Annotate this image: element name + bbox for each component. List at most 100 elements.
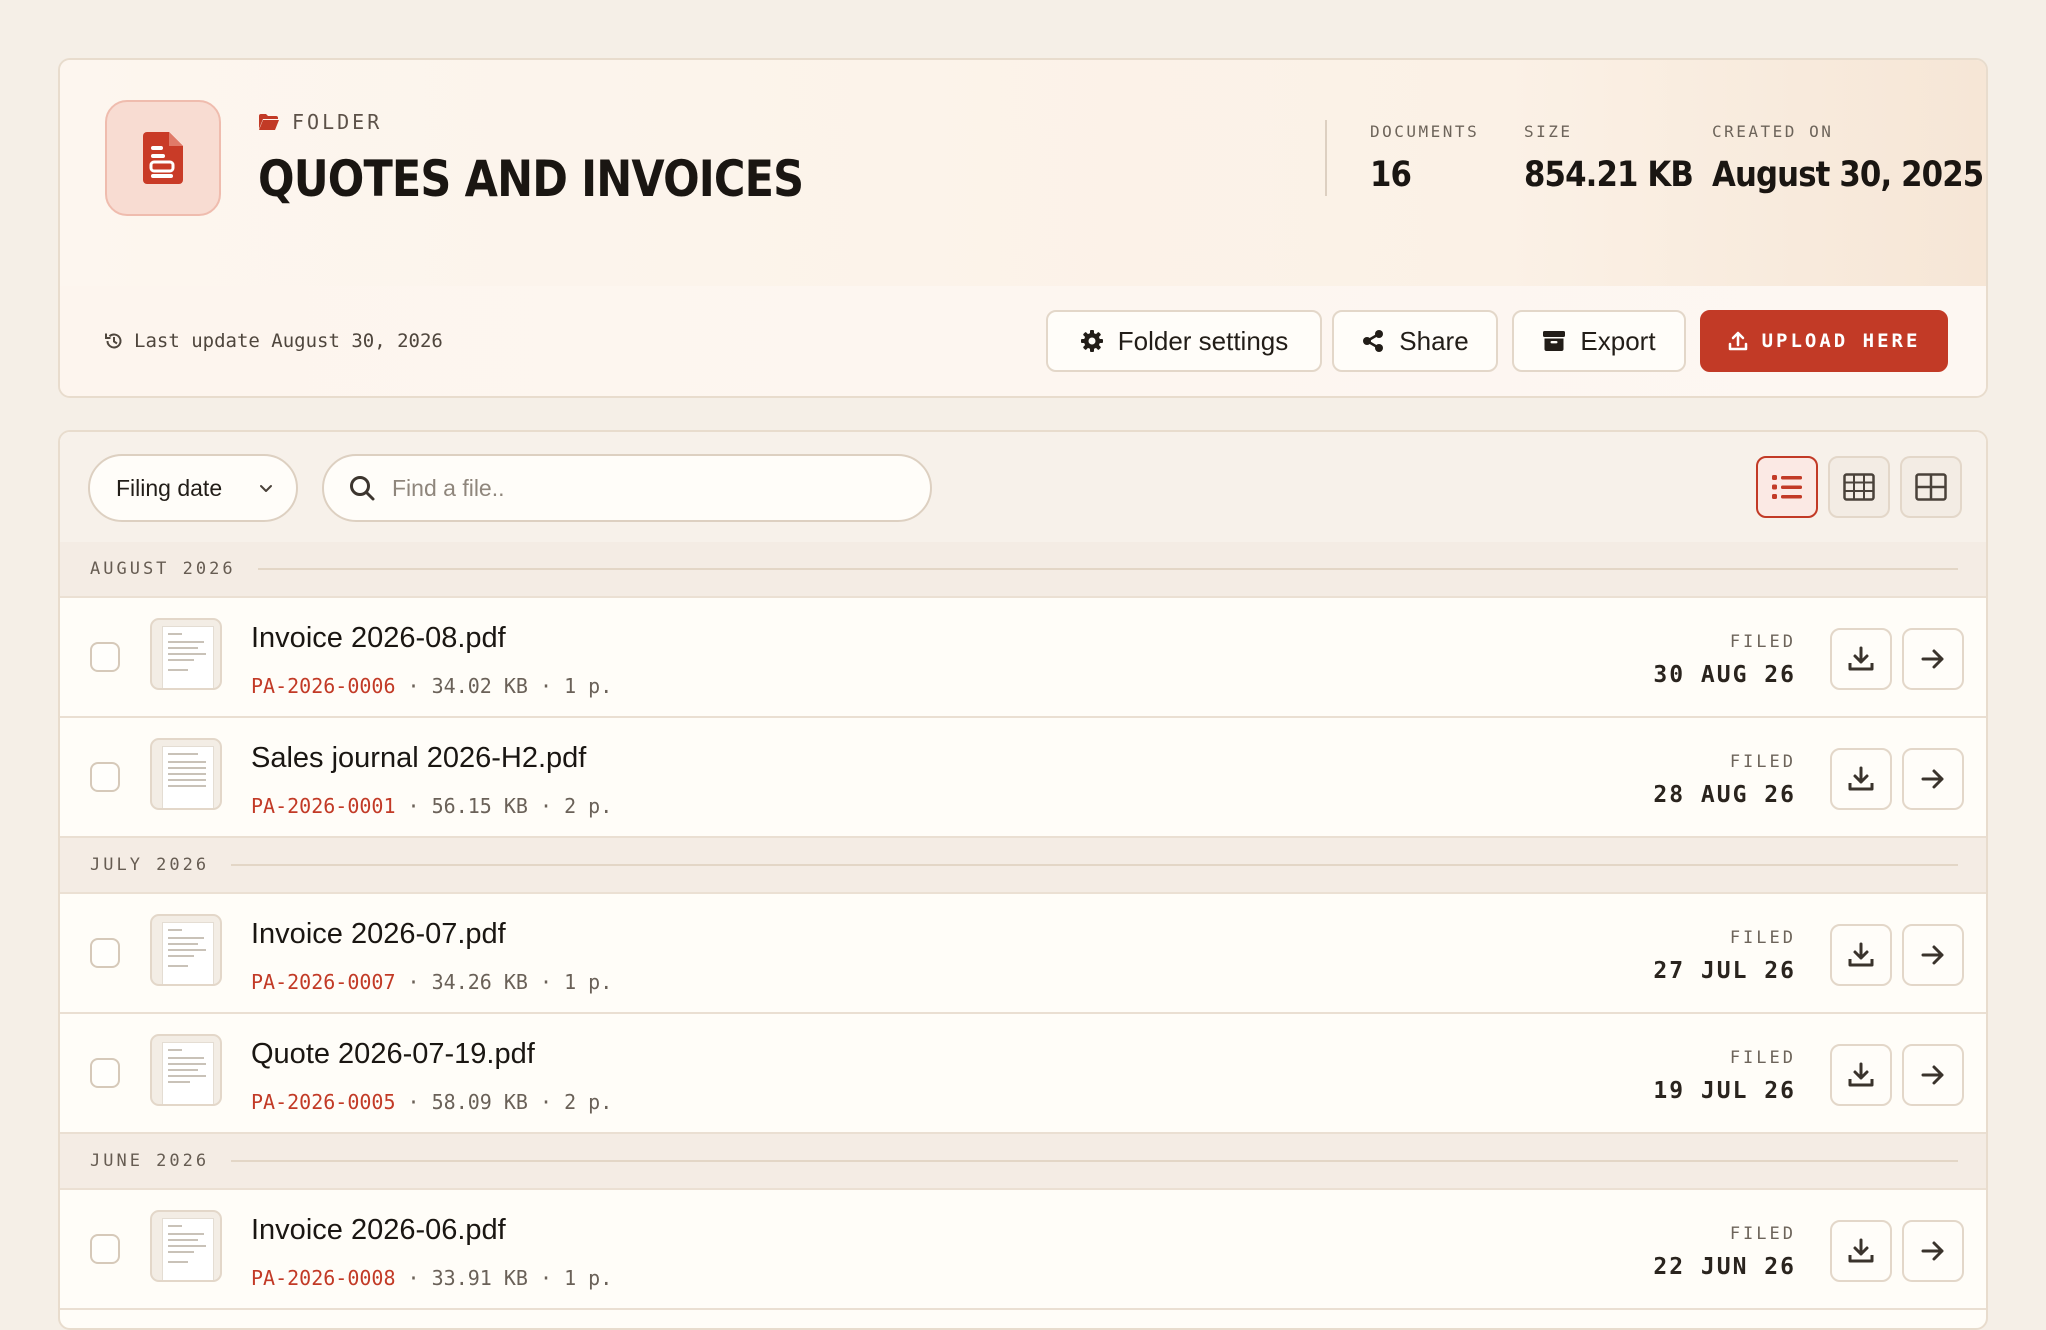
sort-select[interactable]: Filing date bbox=[88, 454, 298, 522]
arrow-right-icon bbox=[1921, 945, 1944, 965]
group-divider bbox=[231, 864, 1958, 866]
folder-open-icon bbox=[259, 114, 279, 130]
filed-label: FILED bbox=[1729, 632, 1796, 652]
group-label: JULY 2026 bbox=[90, 855, 210, 875]
table-view-button[interactable] bbox=[1828, 456, 1890, 518]
file-name[interactable]: Quote 2026-07-19.pdf bbox=[251, 1038, 535, 1071]
file-name[interactable]: Invoice 2026-07.pdf bbox=[251, 918, 506, 951]
list-view-button[interactable] bbox=[1756, 456, 1818, 518]
upload-here-button[interactable]: UPLOAD HERE bbox=[1700, 310, 1948, 372]
stat-label: DOCUMENTS bbox=[1370, 122, 1480, 141]
filed-date: 22 JUN 26 bbox=[1653, 1254, 1796, 1280]
file-row[interactable]: Invoice 2026-06.pdf PA-2026-0008 · 33.91… bbox=[60, 1190, 1986, 1310]
gear-icon bbox=[1080, 330, 1103, 352]
folder-summary: FOLDER QUOTES AND INVOICES DOCUMENTS 16 … bbox=[60, 60, 1986, 288]
filed-label: FILED bbox=[1729, 928, 1796, 948]
file-row[interactable]: Sales journal 2026-H2.pdf PA-2026-0001 ·… bbox=[60, 718, 1986, 838]
file-details: · 56.15 KB · 2 p. bbox=[395, 794, 613, 818]
file-meta: PA-2026-0008 · 33.91 KB · 1 p. bbox=[251, 1266, 612, 1290]
download-button[interactable] bbox=[1830, 924, 1892, 986]
stat-label: SIZE bbox=[1524, 122, 1573, 141]
row-checkbox[interactable] bbox=[90, 938, 120, 968]
share-label: Share bbox=[1399, 325, 1469, 356]
row-checkbox[interactable] bbox=[90, 762, 120, 792]
filed-date: 30 AUG 26 bbox=[1653, 662, 1796, 688]
search-icon bbox=[350, 476, 375, 501]
download-button[interactable] bbox=[1830, 1220, 1892, 1282]
group-divider bbox=[231, 1160, 1958, 1162]
list-icon bbox=[1772, 475, 1802, 499]
download-icon bbox=[1848, 646, 1874, 671]
filed-label: FILED bbox=[1729, 752, 1796, 772]
folder-document-icon bbox=[105, 100, 221, 216]
file-name[interactable]: Invoice 2026-08.pdf bbox=[251, 622, 506, 655]
export-button[interactable]: Export bbox=[1512, 310, 1686, 372]
row-checkbox[interactable] bbox=[90, 642, 120, 672]
open-file-button[interactable] bbox=[1902, 1220, 1964, 1282]
upload-here-label: UPLOAD HERE bbox=[1761, 330, 1921, 352]
history-icon bbox=[105, 333, 122, 349]
group-header-june-2026: JUNE 2026 bbox=[60, 1134, 1986, 1190]
stat-documents: DOCUMENTS 16 bbox=[1370, 122, 1479, 195]
group-header-august-2026: AUGUST 2026 bbox=[60, 542, 1986, 598]
file-details: · 34.26 KB · 1 p. bbox=[395, 970, 613, 994]
file-thumbnail bbox=[150, 738, 222, 810]
file-name[interactable]: Invoice 2026-06.pdf bbox=[251, 1214, 506, 1247]
row-checkbox[interactable] bbox=[90, 1234, 120, 1264]
page-title: QUOTES AND INVOICES bbox=[258, 150, 804, 208]
folder-header-card: FOLDER QUOTES AND INVOICES DOCUMENTS 16 … bbox=[58, 58, 1988, 398]
group-divider bbox=[257, 568, 1958, 570]
filed-date: 28 AUG 26 bbox=[1653, 782, 1796, 808]
file-thumbnail bbox=[150, 1210, 222, 1282]
stat-value: 854.21 KB bbox=[1524, 155, 1694, 195]
file-thumbnail bbox=[150, 618, 222, 690]
share-button[interactable]: Share bbox=[1332, 310, 1498, 372]
chevron-down-icon bbox=[260, 485, 272, 492]
download-button[interactable] bbox=[1830, 1044, 1892, 1106]
download-button[interactable] bbox=[1830, 748, 1892, 810]
grid-view-button[interactable] bbox=[1900, 456, 1962, 518]
arrow-right-icon bbox=[1921, 769, 1944, 789]
download-button[interactable] bbox=[1830, 628, 1892, 690]
arrow-right-icon bbox=[1921, 649, 1944, 669]
file-list-card: Filing date Find a file.. AUGUST 2026 In… bbox=[58, 430, 1988, 1330]
open-file-button[interactable] bbox=[1902, 748, 1964, 810]
stat-size: SIZE 854.21 KB bbox=[1524, 122, 1716, 195]
search-field[interactable] bbox=[322, 454, 932, 522]
stats-divider bbox=[1325, 120, 1327, 196]
filed-date: 19 JUL 26 bbox=[1653, 1078, 1796, 1104]
file-details: · 33.91 KB · 1 p. bbox=[395, 1266, 613, 1290]
open-file-button[interactable] bbox=[1902, 924, 1964, 986]
download-icon bbox=[1848, 942, 1874, 967]
open-file-button[interactable] bbox=[1902, 1044, 1964, 1106]
file-reference: PA-2026-0007 bbox=[251, 970, 396, 994]
file-name[interactable]: Sales journal 2026-H2.pdf bbox=[251, 742, 586, 775]
folder-settings-label: Folder settings bbox=[1117, 325, 1289, 356]
folder-actions-bar: Last update August 30, 2026 Folder setti… bbox=[60, 286, 1986, 396]
file-reference: PA-2026-0005 bbox=[251, 1090, 396, 1114]
open-file-button[interactable] bbox=[1902, 628, 1964, 690]
file-reference: PA-2026-0006 bbox=[251, 674, 396, 698]
file-meta: PA-2026-0005 · 58.09 KB · 2 p. bbox=[251, 1090, 612, 1114]
last-update: Last update August 30, 2026 bbox=[104, 330, 443, 352]
group-label: JUNE 2026 bbox=[90, 1151, 210, 1171]
file-row[interactable]: Invoice 2026-07.pdf PA-2026-0007 · 34.26… bbox=[60, 894, 1986, 1014]
file-meta: PA-2026-0001 · 56.15 KB · 2 p. bbox=[251, 794, 612, 818]
search-input[interactable] bbox=[390, 473, 914, 503]
file-thumbnail bbox=[150, 914, 222, 986]
file-meta: PA-2026-0007 · 34.26 KB · 1 p. bbox=[251, 970, 612, 994]
folder-settings-button[interactable]: Folder settings bbox=[1046, 310, 1322, 372]
arrow-right-icon bbox=[1921, 1065, 1944, 1085]
download-icon bbox=[1848, 1062, 1874, 1087]
file-row[interactable]: Quote 2026-07-19.pdf PA-2026-0005 · 58.0… bbox=[60, 1014, 1986, 1134]
share-icon bbox=[1363, 330, 1384, 352]
last-update-text: Last update August 30, 2026 bbox=[134, 330, 443, 352]
grid-icon bbox=[1915, 473, 1947, 501]
export-label: Export bbox=[1580, 325, 1656, 356]
file-row[interactable]: Invoice 2026-08.pdf PA-2026-0006 · 34.02… bbox=[60, 598, 1986, 718]
file-details: · 58.09 KB · 2 p. bbox=[395, 1090, 613, 1114]
upload-icon bbox=[1728, 331, 1747, 351]
file-reference: PA-2026-0001 bbox=[251, 794, 396, 818]
row-checkbox[interactable] bbox=[90, 1058, 120, 1088]
sort-select-value: Filing date bbox=[116, 474, 223, 501]
